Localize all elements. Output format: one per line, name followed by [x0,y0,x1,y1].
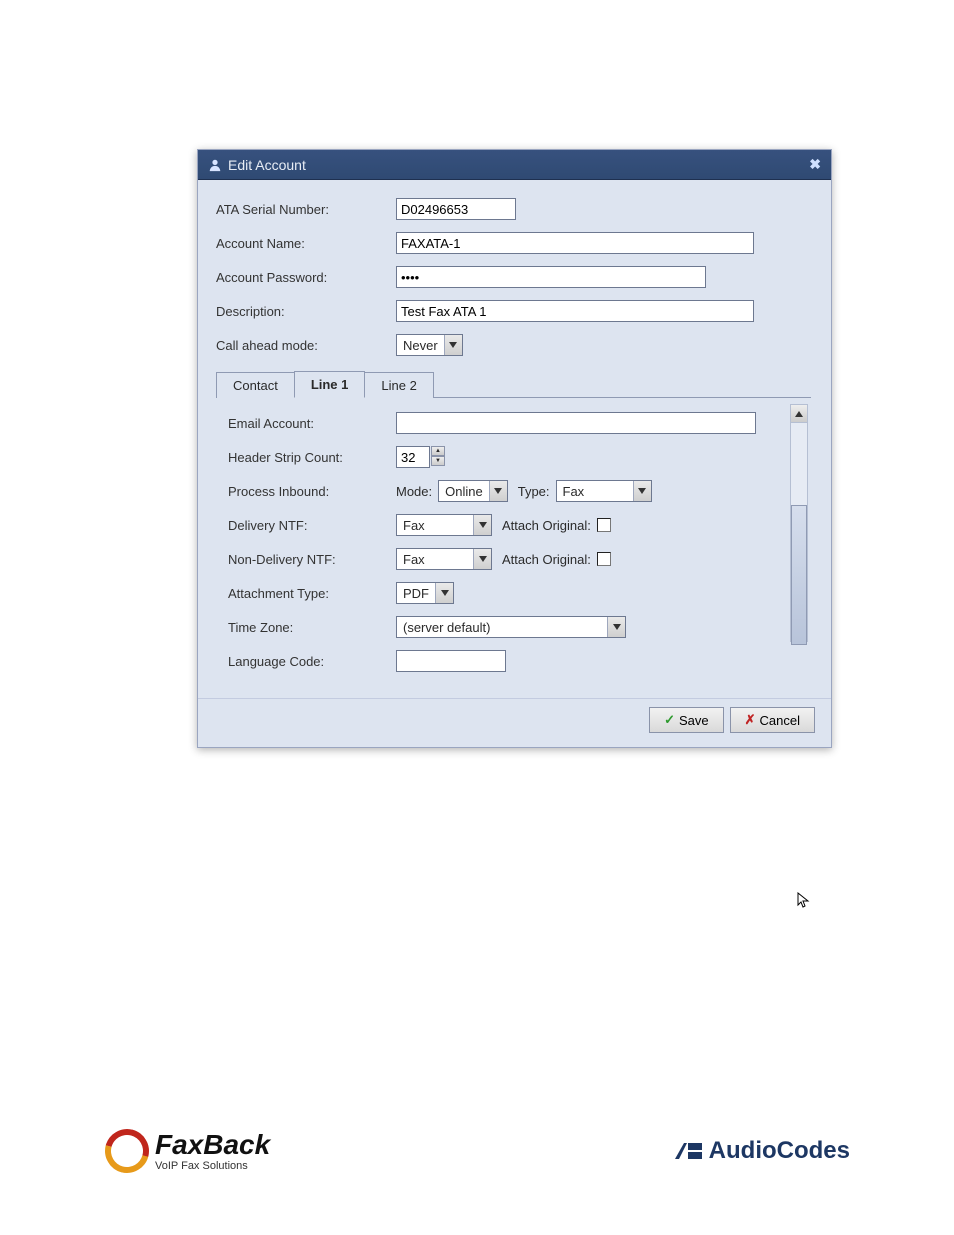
mode-value: Online [439,483,489,500]
x-icon: ✗ [745,712,756,728]
time-zone-value: (server default) [397,619,607,636]
call-ahead-value: Never [397,337,444,354]
cursor-icon [797,892,813,908]
chevron-down-icon [489,481,507,501]
chevron-down-icon [607,617,625,637]
language-code-label: Language Code: [228,654,396,669]
dialog-button-bar: ✓ Save ✗ Cancel [198,698,831,747]
account-password-input[interactable] [396,266,706,288]
header-strip-value[interactable] [396,446,430,468]
audiocodes-mark-icon [673,1139,703,1163]
spinner-down-icon[interactable]: ▼ [431,456,445,466]
mode-select[interactable]: Online [438,480,508,502]
user-icon [208,158,222,172]
panel-scrollbar[interactable] [790,404,808,642]
email-account-label: Email Account: [228,416,396,431]
delivery-attach-original-checkbox[interactable] [597,518,611,532]
header-strip-spinner[interactable]: ▲ ▼ [396,446,445,468]
mode-label: Mode: [396,484,432,499]
faxback-logo-text: FaxBack [155,1131,270,1159]
ata-serial-input[interactable] [396,198,516,220]
chevron-down-icon [473,549,491,569]
call-ahead-select[interactable]: Never [396,334,463,356]
faxback-logo: FaxBack VoIP Fax Solutions [105,1129,270,1173]
cancel-button-label: Cancel [760,713,800,728]
tab-panel-line-1: Email Account: Header Strip Count: ▲ ▼ P… [216,398,811,672]
non-delivery-ntf-label: Non-Delivery NTF: [228,552,396,567]
audiocodes-logo: AudioCodes [673,1137,850,1165]
cancel-button[interactable]: ✗ Cancel [730,707,815,733]
email-account-input[interactable] [396,412,756,434]
attach-original-label-1: Attach Original: [502,518,591,533]
attachment-type-select[interactable]: PDF [396,582,454,604]
type-select[interactable]: Fax [556,480,652,502]
close-icon[interactable]: ✖ [809,156,821,173]
faxback-ring-icon [97,1121,157,1181]
save-button-label: Save [679,713,709,728]
delivery-ntf-select[interactable]: Fax [396,514,492,536]
tab-line-1[interactable]: Line 1 [294,371,366,398]
edit-account-dialog: Edit Account ✖ ATA Serial Number: Accoun… [197,149,832,748]
tab-contact[interactable]: Contact [216,372,295,398]
chevron-down-icon [435,583,453,603]
tab-line-2[interactable]: Line 2 [364,372,433,398]
dialog-title: Edit Account [228,157,306,173]
account-name-label: Account Name: [216,236,396,251]
scroll-thumb[interactable] [791,505,807,645]
chevron-down-icon [633,481,651,501]
non-delivery-ntf-value: Fax [397,551,473,568]
dialog-titlebar: Edit Account ✖ [198,150,831,180]
delivery-ntf-value: Fax [397,517,473,534]
time-zone-select[interactable]: (server default) [396,616,626,638]
type-label: Type: [518,484,550,499]
check-icon: ✓ [664,712,675,728]
type-value: Fax [557,483,633,500]
account-name-input[interactable] [396,232,754,254]
faxback-tagline: VoIP Fax Solutions [155,1161,270,1172]
chevron-down-icon [473,515,491,535]
tab-strip: Contact Line 1 Line 2 [216,370,811,398]
attach-original-label-2: Attach Original: [502,552,591,567]
account-password-label: Account Password: [216,270,396,285]
delivery-ntf-label: Delivery NTF: [228,518,396,533]
language-code-input[interactable] [396,650,506,672]
attachment-type-label: Attachment Type: [228,586,396,601]
attachment-type-value: PDF [397,585,435,602]
save-button[interactable]: ✓ Save [649,707,724,733]
non-delivery-attach-original-checkbox[interactable] [597,552,611,566]
dialog-content: ATA Serial Number: Account Name: Account… [198,180,831,692]
description-label: Description: [216,304,396,319]
ata-serial-label: ATA Serial Number: [216,202,396,217]
page-footer: FaxBack VoIP Fax Solutions AudioCodes [105,1129,850,1173]
header-strip-label: Header Strip Count: [228,450,396,465]
spinner-up-icon[interactable]: ▲ [431,446,445,456]
scroll-up-icon[interactable] [791,405,807,423]
non-delivery-ntf-select[interactable]: Fax [396,548,492,570]
description-input[interactable] [396,300,754,322]
time-zone-label: Time Zone: [228,620,396,635]
chevron-down-icon [444,335,462,355]
audiocodes-logo-text: AudioCodes [709,1137,850,1165]
process-inbound-label: Process Inbound: [228,484,396,499]
call-ahead-label: Call ahead mode: [216,338,396,353]
